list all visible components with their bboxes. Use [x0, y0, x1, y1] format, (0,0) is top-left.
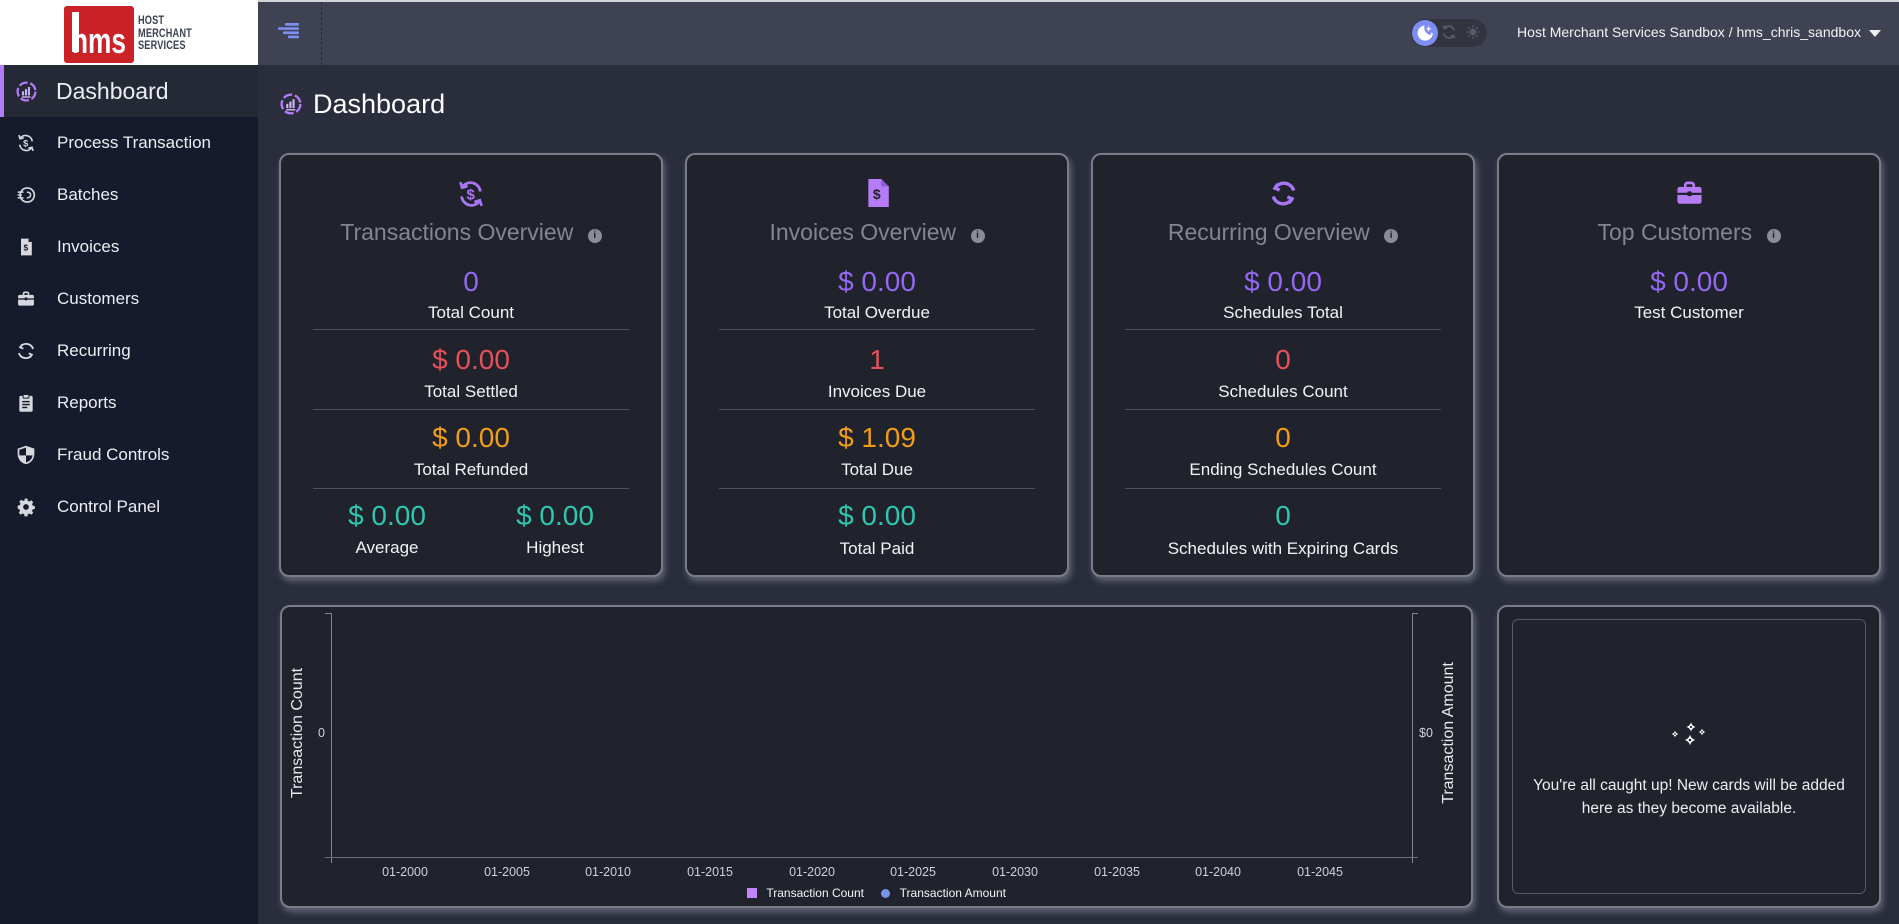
svg-text:$: $ [23, 139, 28, 149]
svg-text:$: $ [467, 187, 476, 204]
svg-text:$: $ [872, 186, 880, 202]
svg-text:hms: hms [72, 20, 126, 61]
svg-text:$: $ [24, 242, 29, 252]
